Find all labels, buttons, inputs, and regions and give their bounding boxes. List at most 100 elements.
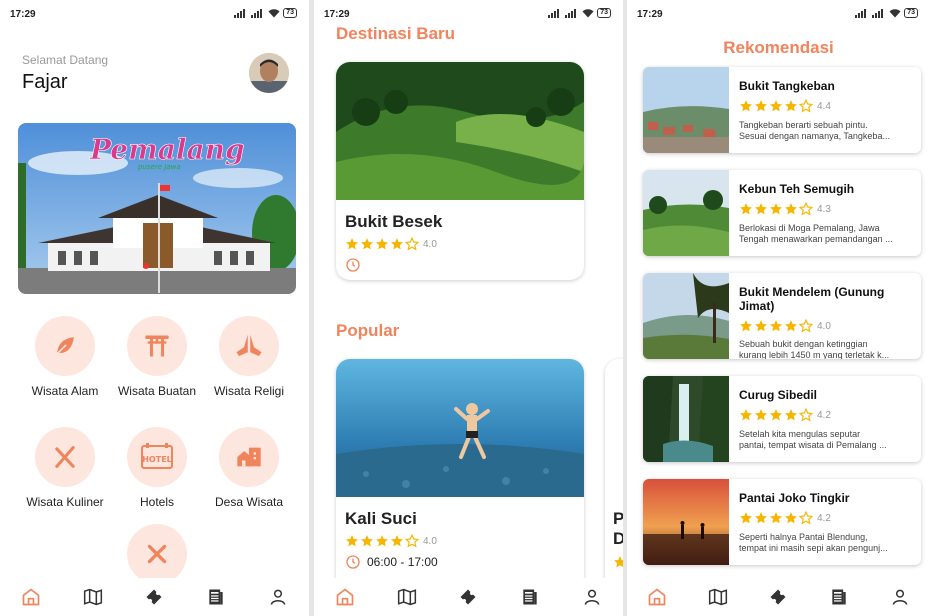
description-line: Seperti halnya Pantai Blendung,: [739, 532, 868, 542]
category-wisata-religi[interactable]: Wisata Religi: [202, 316, 296, 398]
pemalang-banner[interactable]: Pemalang pusere Jawa: [18, 123, 296, 294]
hotel-badge-text: HOTEL: [142, 455, 172, 464]
star-icon: [784, 511, 798, 525]
recommendation-rating: 4.3: [739, 202, 831, 216]
nav-profile[interactable]: [580, 585, 604, 609]
star-icon: [405, 237, 419, 251]
description-line: Setelah kita mengulas seputar: [739, 429, 861, 439]
fork-knife-icon: [55, 446, 75, 468]
rating-value: 4.0: [423, 238, 437, 250]
home-icon: [22, 588, 40, 606]
recommendation-rating: 4.2: [739, 511, 831, 525]
signal-icon: [548, 8, 562, 18]
category-hotels[interactable]: HOTEL Hotels: [110, 427, 204, 509]
star-icon: [754, 511, 768, 525]
nav-home[interactable]: [645, 585, 669, 609]
profile-icon: [270, 589, 286, 605]
village-icon: [237, 447, 261, 467]
map-icon: [397, 588, 416, 606]
rating-value: 4.2: [817, 512, 831, 524]
star-icon: [799, 99, 813, 113]
destination-name: Kali Suci: [345, 509, 417, 528]
explore-screen: 17:29 73 Destinasi Baru Bukit Besek 4.0: [314, 0, 623, 616]
nav-profile[interactable]: [266, 585, 290, 609]
news-icon: [209, 589, 223, 605]
banner-logo-text: Pemalang: [89, 133, 245, 166]
category-desa-wisata[interactable]: Desa Wisata: [202, 427, 296, 509]
nav-map[interactable]: [395, 585, 419, 609]
category-wisata-buatan[interactable]: Wisata Buatan: [110, 316, 204, 398]
category-label: Hotels: [139, 495, 174, 509]
nav-ticket[interactable]: [766, 585, 790, 609]
category-label: Wisata Religi: [213, 384, 285, 398]
nav-home[interactable]: [19, 585, 43, 609]
star-icon: [613, 555, 623, 569]
ticket-icon: [770, 589, 786, 605]
profile-icon: [584, 589, 600, 605]
clock-icon: [346, 258, 360, 272]
recommendation-item[interactable]: Pantai Joko Tingkir 4.2 Seperti halnya P…: [643, 479, 921, 565]
nav-profile[interactable]: [888, 585, 912, 609]
section-title-popular: Popular: [336, 321, 400, 340]
avatar[interactable]: [249, 53, 289, 93]
star-icon: [784, 202, 798, 216]
battery-icon: 73: [283, 8, 297, 18]
star-icon: [754, 202, 768, 216]
nav-ticket[interactable]: [456, 585, 480, 609]
description-line: tempat ini masih sepi akan pengunj...: [739, 543, 888, 553]
hotel-sign-icon: HOTEL: [141, 443, 173, 469]
signal-icon: [251, 8, 265, 18]
bottom-nav: [0, 578, 309, 616]
category-wisata-alam[interactable]: Wisata Alam: [18, 316, 112, 398]
wifi-icon: [268, 9, 280, 18]
rating-value: 4.0: [423, 535, 437, 547]
home-screen: 17:29 73 Selamat Datang Fajar Pemalang p…: [0, 0, 309, 616]
battery-icon: 73: [597, 8, 611, 18]
destination-card-peek[interactable]: P D: [605, 359, 623, 589]
signal-icon: [872, 8, 886, 18]
rating-stars: [739, 319, 813, 333]
nav-news[interactable]: [827, 585, 851, 609]
underwater-image: [336, 359, 584, 497]
signal-icon: [234, 8, 248, 18]
recommendation-photo: [643, 273, 729, 359]
nav-ticket[interactable]: [142, 585, 166, 609]
category-more[interactable]: [110, 524, 204, 578]
rating-stars: [345, 237, 419, 251]
nav-home[interactable]: [333, 585, 357, 609]
recommendation-item[interactable]: Bukit Mendelem (Gunung Jimat) 4.0 Sebuah…: [643, 273, 921, 359]
star-icon: [405, 534, 419, 548]
star-icon: [390, 534, 404, 548]
destination-card-kali-suci[interactable]: Kali Suci 4.0 06:00 - 17:00: [336, 359, 584, 589]
nav-news[interactable]: [518, 585, 542, 609]
page-title: Rekomendasi: [723, 38, 834, 57]
star-icon: [769, 408, 783, 422]
signal-icon: [565, 8, 579, 18]
bottom-nav: [314, 578, 623, 616]
description-line: Sesuai dengan namanya, Tangkeba...: [739, 131, 890, 141]
recommendation-name: Pantai Joko Tingkir: [739, 491, 850, 505]
category-label: Wisata Buatan: [117, 384, 197, 398]
destination-rating: 4.0: [345, 237, 584, 251]
star-icon: [769, 99, 783, 113]
recommendation-item[interactable]: Kebun Teh Semugih 4.3 Berlokasi di Moga …: [643, 170, 921, 256]
star-icon: [799, 511, 813, 525]
profile-icon: [892, 589, 908, 605]
destination-card-bukit-besek[interactable]: Bukit Besek 4.0: [336, 62, 584, 280]
nav-map[interactable]: [706, 585, 730, 609]
battery-icon: 73: [904, 8, 918, 18]
nav-map[interactable]: [81, 585, 105, 609]
banner-logo-sub: pusere Jawa: [137, 163, 181, 171]
rating-stars: [739, 511, 813, 525]
recommendation-item[interactable]: Bukit Tangkeban 4.4 Tangkeban berarti se…: [643, 67, 921, 153]
town-hall-image: Pemalang pusere Jawa: [18, 123, 296, 294]
destination-photo: [336, 62, 584, 200]
ticket-icon: [460, 589, 476, 605]
star-icon: [390, 237, 404, 251]
rating-value: 4.3: [817, 203, 831, 215]
star-icon: [375, 534, 389, 548]
star-icon: [739, 202, 753, 216]
category-wisata-kuliner[interactable]: Wisata Kuliner: [18, 427, 112, 509]
recommendation-item[interactable]: Curug Sibedil 4.2 Setelah kita mengulas …: [643, 376, 921, 462]
nav-news[interactable]: [204, 585, 228, 609]
